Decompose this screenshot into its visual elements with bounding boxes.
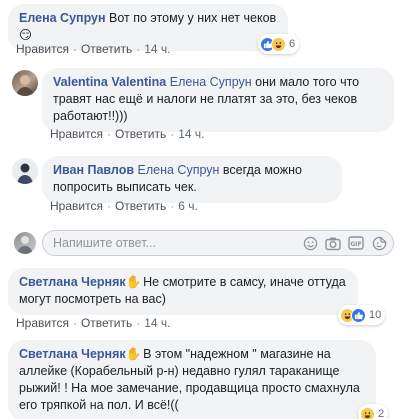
separator-dot: · — [136, 316, 141, 330]
camera-icon[interactable] — [325, 235, 341, 251]
reply-link[interactable]: Ответить — [81, 42, 132, 56]
like-link[interactable]: Нравится — [16, 316, 69, 330]
smirk-emoji-icon: 😏 — [19, 28, 33, 42]
separator-dot: · — [170, 199, 175, 213]
comment-bubble: Светлана Черняк✋ Не смотрите в самсу, ин… — [8, 268, 358, 315]
gif-icon[interactable]: GIF — [348, 235, 364, 251]
separator-dot: · — [72, 316, 77, 330]
separator-dot: · — [136, 42, 141, 56]
comment-bubble: Светлана Черняк✋ В этом "надежном " мага… — [8, 340, 376, 419]
svg-text:GIF: GIF — [350, 241, 361, 248]
like-link[interactable]: Нравится — [50, 199, 103, 213]
comment-actions: Нравится · Ответить · 14 ч. — [16, 42, 171, 56]
comment-actions: Нравится · Ответить · 14 ч. — [50, 127, 205, 141]
like-reaction-icon — [351, 307, 366, 323]
haha-reaction-icon — [360, 406, 375, 419]
comment-time[interactable]: 6 ч. — [178, 199, 198, 213]
reactions-summary[interactable]: 10 — [338, 305, 386, 325]
current-user-avatar — [14, 232, 36, 254]
separator-dot: · — [72, 42, 77, 56]
reply-link[interactable]: Ответить — [115, 127, 166, 141]
composer-toolbar: GIF — [302, 235, 387, 251]
reply-input[interactable]: Напишите ответ... GIF — [42, 230, 394, 256]
comment-bubble: Valentina Valentina Елена Супрун они мал… — [42, 68, 394, 132]
reaction-count: 2 — [378, 408, 385, 419]
like-link[interactable]: Нравится — [16, 42, 69, 56]
comment-text: Вот по этому у них нет чеков — [105, 11, 277, 25]
reaction-count: 10 — [369, 309, 382, 321]
reply-input-placeholder: Напишите ответ... — [53, 236, 156, 250]
comment-author[interactable]: Светлана Черняк — [19, 275, 126, 289]
comment-bubble: Иван Павлов Елена Супрун всегда можно по… — [42, 156, 342, 203]
comment-time[interactable]: 14 ч. — [178, 127, 204, 141]
haha-reaction-icon — [271, 36, 286, 52]
separator-dot: · — [170, 127, 175, 141]
hand-emoji-icon: ✋ — [125, 347, 142, 361]
avatar[interactable] — [12, 70, 38, 96]
reactions-summary[interactable]: 2 — [358, 404, 389, 419]
reply-link[interactable]: Ответить — [81, 316, 132, 330]
like-link[interactable]: Нравится — [50, 127, 103, 141]
comment-author[interactable]: Иван Павлов — [53, 163, 134, 177]
comment-author[interactable]: Valentina Valentina — [53, 75, 166, 89]
hand-emoji-icon: ✋ — [125, 275, 142, 289]
reactions-summary[interactable]: 6 — [258, 34, 300, 54]
comment-actions: Нравится · Ответить · 14 ч. — [16, 316, 171, 330]
comment-author[interactable]: Светлана Черняк — [19, 347, 126, 361]
comment-time[interactable]: 14 ч. — [144, 42, 170, 56]
separator-dot: · — [106, 127, 111, 141]
emoji-icon[interactable] — [302, 235, 318, 251]
reaction-count: 6 — [289, 38, 296, 50]
comment-author[interactable]: Елена Супрун — [19, 11, 106, 25]
mention-link[interactable]: Елена Супрун — [138, 163, 220, 177]
avatar[interactable] — [12, 158, 38, 184]
separator-dot: · — [106, 199, 111, 213]
reply-link[interactable]: Ответить — [115, 199, 166, 213]
comment-actions: Нравится · Ответить · 6 ч. — [50, 199, 198, 213]
mention-link[interactable]: Елена Супрун — [170, 75, 252, 89]
sticker-icon[interactable] — [371, 235, 387, 251]
comment-time[interactable]: 14 ч. — [144, 316, 170, 330]
